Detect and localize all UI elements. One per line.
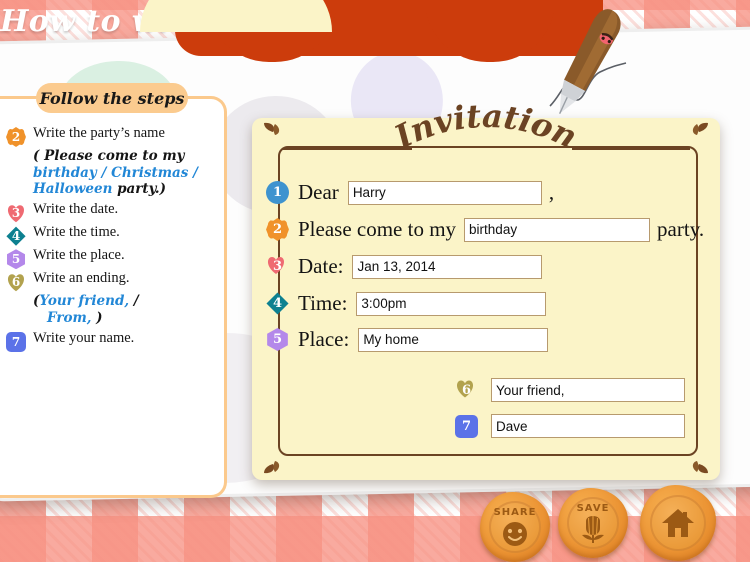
- card-top-bump: [140, 0, 332, 32]
- row-badge-7: 7: [455, 414, 478, 438]
- row-badge-1: 1: [266, 181, 289, 204]
- row-label-date: Date:: [298, 254, 344, 278]
- ex6-line1: Your friend,: [39, 293, 130, 310]
- field-row-name: 7: [455, 414, 685, 438]
- row-badge-5: 5: [267, 328, 288, 351]
- place-input[interactable]: [358, 327, 549, 352]
- step-label-4: Write the time.: [33, 224, 120, 241]
- row-badge-6: 6: [455, 379, 478, 402]
- tulip-flower-icon: [582, 516, 604, 543]
- time-input[interactable]: [356, 291, 547, 316]
- corner-leaf-top-left: [264, 122, 280, 135]
- date-input[interactable]: [352, 254, 543, 279]
- step-label-6: Write an ending.: [33, 270, 130, 287]
- share-button[interactable]: SHARE: [480, 492, 550, 562]
- corner-leaf-top-right: [692, 122, 708, 135]
- quill-pen-icon: [559, 9, 621, 114]
- row-badge-4: 4: [266, 292, 289, 315]
- step-item-5[interactable]: 5 Write the place.: [6, 247, 218, 270]
- steps-heading-label: Follow the steps: [39, 88, 185, 108]
- steps-panel-heading: Follow the steps: [36, 83, 188, 113]
- step-label-2: Write the party’s name: [33, 125, 165, 141]
- field-row-time: 4 Time:: [266, 291, 547, 316]
- save-button[interactable]: SAVE: [558, 488, 628, 558]
- step-label-3: Write the date.: [33, 201, 119, 218]
- steps-panel: Follow the steps 2 Write the party’s nam…: [0, 83, 227, 498]
- step-badge-7: 7: [6, 331, 26, 352]
- ex2-lead: Please come to my: [44, 148, 185, 164]
- house-icon: [662, 509, 694, 537]
- ex2-open: (: [33, 148, 45, 164]
- step-item-6[interactable]: 6 Write an ending.: [6, 270, 218, 292]
- step-badge-4: 4: [6, 226, 26, 246]
- banner-lobe-right: [425, 0, 555, 62]
- row-label-party: Please come to my: [298, 217, 457, 241]
- step-item-4[interactable]: 4 Write the time.: [6, 224, 218, 246]
- ex6-sep: /: [129, 293, 139, 310]
- row-label-place: Place:: [298, 327, 350, 351]
- share-button-label: SHARE: [493, 507, 537, 518]
- step-6-example: (Your friend, / From, ): [33, 293, 213, 326]
- step-label-7: Write your name.: [33, 329, 135, 346]
- dear-input[interactable]: [347, 180, 542, 205]
- invitation-card: Invitation 1 Dear , 2 Please come to my …: [252, 97, 720, 480]
- row-tail-party: party.: [657, 217, 705, 241]
- field-row-date: 3 Date:: [266, 254, 543, 279]
- name-input[interactable]: [491, 414, 685, 438]
- row-tail-dear: ,: [548, 180, 555, 204]
- ex6-line2: From,: [47, 309, 92, 326]
- steps-list: 2 Write the party’s name ( Please come t…: [6, 125, 218, 353]
- step-badge-6: 6: [6, 272, 26, 292]
- row-badge-2: 2: [266, 218, 289, 241]
- field-row-dear: 1 Dear ,: [266, 180, 554, 205]
- share-seal-inner: SHARE: [489, 501, 541, 553]
- step-item-2[interactable]: 2 Write the party’s name: [6, 125, 218, 147]
- step-badge-3: 3: [6, 203, 26, 223]
- corner-leaf-bottom-left: [264, 461, 280, 474]
- ex6-close: ): [91, 309, 103, 326]
- step-item-7[interactable]: 7 Write your name.: [6, 330, 218, 352]
- row-label-time: Time:: [298, 291, 348, 315]
- save-button-label: SAVE: [576, 503, 610, 514]
- field-row-closing: 6: [455, 378, 685, 402]
- home-button[interactable]: [640, 485, 716, 561]
- step-badge-2: 2: [6, 127, 26, 147]
- save-seal-inner: SAVE: [567, 497, 619, 549]
- step-badge-5: 5: [7, 249, 25, 270]
- row-badge-3: 3: [266, 255, 289, 278]
- step-2-example: ( Please come to my birthday / Christmas…: [33, 148, 213, 198]
- home-seal-inner: [650, 495, 706, 551]
- closing-input[interactable]: [491, 378, 685, 402]
- party-name-input[interactable]: [464, 217, 651, 242]
- field-row-place: 5 Place:: [266, 327, 549, 352]
- row-label-dear: Dear: [298, 180, 339, 204]
- ex2-tail: party.): [112, 181, 167, 198]
- smiley-face-icon: [503, 522, 527, 546]
- step-label-5: Write the place.: [33, 247, 125, 264]
- field-row-party-name: 2 Please come to my party.: [266, 217, 704, 242]
- corner-leaf-bottom-right: [692, 461, 708, 474]
- step-item-3[interactable]: 3 Write the date.: [6, 201, 218, 223]
